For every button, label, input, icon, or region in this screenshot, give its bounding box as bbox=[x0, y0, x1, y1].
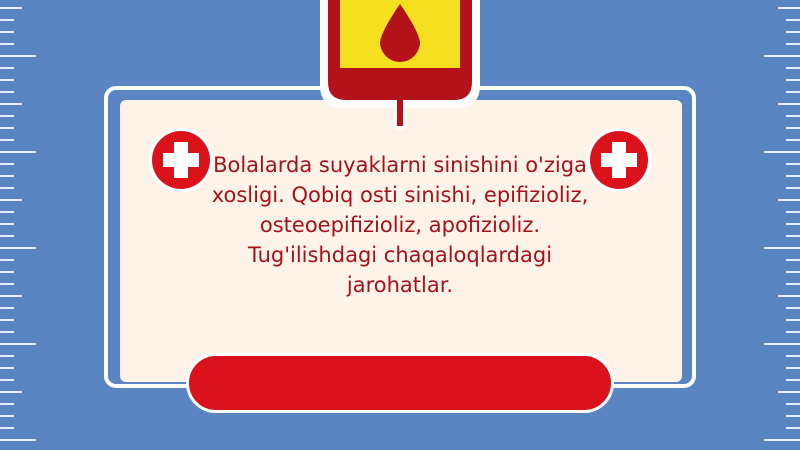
blood-bag-icon bbox=[320, 0, 480, 130]
ruler-decoration-right bbox=[764, 7, 800, 441]
red-pill-bar bbox=[186, 353, 614, 413]
red-cross-icon bbox=[587, 128, 651, 192]
red-cross-icon bbox=[149, 128, 213, 192]
ruler-decoration-left bbox=[0, 7, 36, 441]
slide-body-text: Bolalarda suyaklarni sinishini o'ziga xo… bbox=[211, 153, 589, 297]
